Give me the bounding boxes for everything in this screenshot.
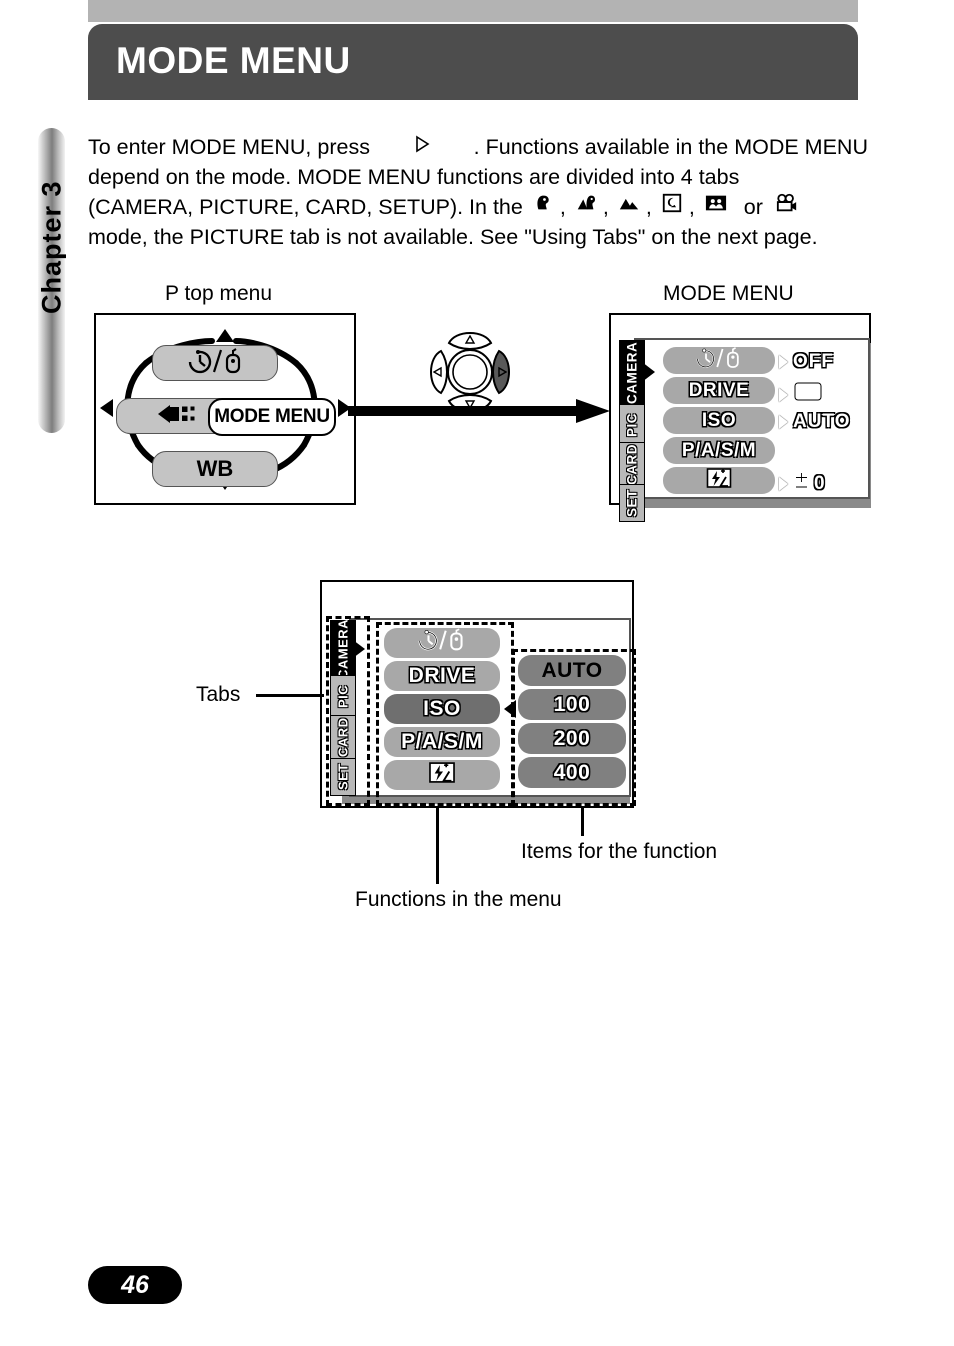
annot-item-400[interactable]: 400 (518, 757, 626, 788)
tab-selected-pointer (642, 362, 655, 387)
annot-item-200-label: 200 (553, 726, 591, 750)
top-menu-item-mode-menu[interactable]: MODE MENU (208, 398, 336, 436)
menu-row-pasm[interactable]: P/A/S/M (663, 437, 775, 464)
mode-menu-caption: MODE MENU (663, 282, 794, 305)
callout-functions-leader-v (436, 806, 439, 884)
top-menu-item-wb[interactable]: WB (152, 451, 278, 487)
annotated-mode-menu-screen: CAMERA PIC CARD SET DRIVE ISO P/A/S/M AU… (320, 580, 636, 808)
menu-value-self-timer-label: OFF (793, 351, 834, 372)
annot-item-200[interactable]: 200 (518, 723, 626, 754)
mode-menu-label: MODE MENU (214, 406, 330, 427)
flow-arrow (348, 398, 612, 429)
wb-label: WB (196, 456, 234, 481)
annot-func-pasm[interactable]: P/A/S/M (384, 727, 500, 757)
menu-row-iso-label: ISO (701, 409, 737, 431)
callout-functions-label: Functions in the menu (355, 888, 562, 911)
menu-value-flash-comp: 0 (779, 471, 826, 496)
plus-minus-icon (793, 471, 810, 496)
landscape-mode-icon (618, 192, 640, 223)
top-menu-item-self-timer[interactable] (152, 345, 278, 381)
page-title: MODE MENU (116, 40, 351, 82)
tab-set-label: SET (624, 489, 640, 517)
body-line1-a: To enter MODE MENU, press (88, 135, 370, 159)
menu-value-drive (779, 381, 823, 408)
sep-1: , (559, 194, 566, 219)
intro-paragraph: To enter MODE MENU, press . Functions av… (88, 133, 868, 252)
self-portrait-mode-icon (704, 192, 728, 223)
self-timer-remote-icon (415, 628, 469, 658)
body-line1-b: . Functions available in the MODE MENU (473, 135, 868, 159)
item-selection-pointer (504, 700, 516, 723)
callout-items-leader-v (581, 806, 584, 836)
menu-row-pasm-label: P/A/S/M (681, 439, 757, 461)
tab-set[interactable]: SET (619, 484, 645, 522)
sep-3: , (645, 194, 652, 219)
menu-row-drive-label: DRIVE (688, 379, 750, 401)
menu-row-flash-comp[interactable] (663, 467, 775, 494)
menu-row-iso[interactable]: ISO (663, 407, 775, 434)
self-timer-remote-icon (693, 346, 745, 375)
menu-value-iso-label: AUTO (793, 411, 851, 432)
body-line4: mode, the PICTURE tab is not available. … (88, 224, 818, 249)
menu-value-flash-comp-label: 0 (814, 472, 826, 494)
mode-menu-screen: CAMERA PIC CARD SET DRIVE ISO P/A/S/M OF… (609, 313, 871, 522)
page-header-bar: MODE MENU (88, 24, 858, 100)
annot-item-100[interactable]: 100 (518, 689, 626, 720)
tab-pic-label: PIC (624, 413, 640, 438)
sep-4: , (688, 194, 695, 219)
callout-tabs-label: Tabs (196, 683, 241, 706)
tabs-highlight-box (326, 616, 370, 806)
menu-value-self-timer: OFF (779, 351, 834, 373)
page-number: 46 (121, 1270, 149, 1299)
annot-func-drive[interactable]: DRIVE (384, 661, 500, 691)
tab-card-label: CARD (624, 444, 640, 486)
menu-row-self-timer[interactable] (663, 346, 775, 375)
value-arrow-icon (779, 415, 788, 429)
menu-value-iso: AUTO (779, 411, 850, 433)
movie-mode-icon (775, 192, 799, 223)
flash-exposure-comp-icon (706, 467, 732, 495)
portrait-landscape-mode-icon (575, 192, 597, 223)
annot-func-iso[interactable]: ISO (384, 694, 500, 724)
flash-exposure-comp-icon (428, 761, 456, 790)
right-arrow-button-icon (412, 133, 432, 163)
self-timer-remote-icon (184, 347, 246, 379)
top-decorative-bar (88, 0, 858, 22)
body-line2: depend on the mode. MODE MENU functions … (88, 164, 740, 189)
p-top-menu-caption: P top menu (165, 282, 273, 305)
annot-func-self-timer[interactable] (384, 628, 500, 658)
annot-func-drive-label: DRIVE (408, 664, 476, 687)
menu-row-drive[interactable]: DRIVE (663, 377, 775, 404)
value-arrow-icon (779, 476, 788, 491)
tab-camera-label: CAMERA (624, 341, 640, 405)
annot-item-400-label: 400 (553, 760, 591, 784)
callout-tabs-leader (256, 694, 324, 697)
body-line3-a: (CAMERA, PICTURE, CARD, SETUP). In the (88, 194, 523, 219)
annot-item-auto[interactable]: AUTO (518, 655, 626, 686)
page-number-badge: 46 (88, 1266, 182, 1304)
left-arrow-indicator (100, 399, 113, 422)
annot-func-flash-comp[interactable] (384, 760, 500, 790)
annot-func-pasm-label: P/A/S/M (401, 730, 483, 753)
annot-item-100-label: 100 (553, 692, 591, 716)
p-top-menu-screen: MODE MENU WB (94, 313, 356, 505)
sep-2: , (602, 194, 609, 219)
tab-pic[interactable]: PIC (619, 404, 645, 446)
body-line3-or: or (743, 194, 763, 219)
tab-card[interactable]: CARD (619, 442, 645, 488)
callout-items-label: Items for the function (521, 840, 718, 863)
chapter-label: Chapter 3 (36, 180, 67, 314)
annot-func-iso-label: ISO (423, 697, 461, 720)
portrait-mode-icon (532, 192, 554, 223)
night-scene-mode-icon (661, 192, 683, 223)
single-frame-icon (793, 381, 823, 408)
value-arrow-icon (779, 355, 788, 369)
image-quality-icon (156, 403, 202, 430)
value-arrow-icon (779, 387, 788, 402)
annot-item-auto-label: AUTO (541, 658, 603, 682)
